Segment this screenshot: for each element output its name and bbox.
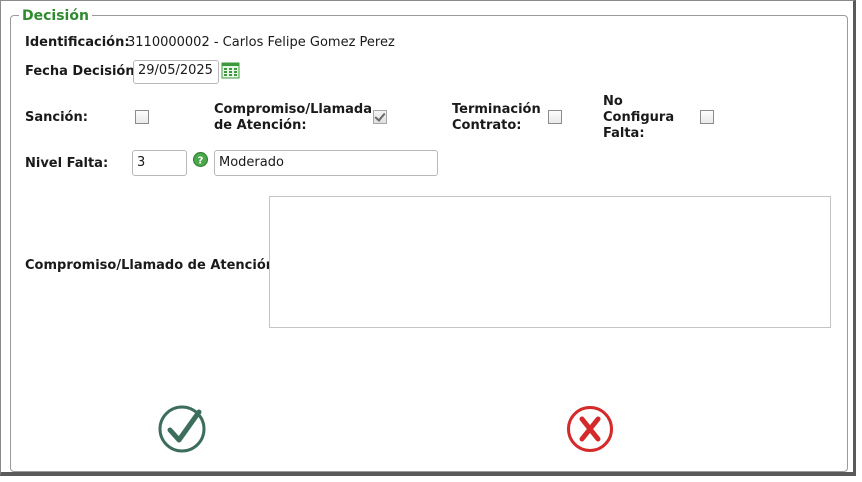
calendar-icon[interactable] xyxy=(221,61,240,79)
terminacion-label-line1: Terminación xyxy=(452,102,541,117)
compromiso-text-label: Compromiso/Llamado de Atención: xyxy=(25,258,281,273)
fieldset-legend: Decisión xyxy=(19,7,92,25)
x-icon xyxy=(567,406,613,452)
identificacion-label: Identificación: xyxy=(25,35,130,50)
checkmark-icon xyxy=(158,405,206,453)
fecha-decision-label: Fecha Decisión: xyxy=(25,64,140,79)
help-icon[interactable]: ? xyxy=(193,152,208,167)
compromiso-checkbox[interactable] xyxy=(373,110,387,124)
sancion-label: Sanción: xyxy=(25,110,88,125)
no-configura-label-line1: No xyxy=(603,94,623,109)
compromiso-textarea[interactable] xyxy=(269,196,831,328)
nivel-falta-code-input[interactable]: 3 xyxy=(132,150,187,176)
nivel-falta-description-input[interactable]: Moderado xyxy=(214,150,438,176)
svg-text:?: ? xyxy=(198,156,204,167)
fecha-decision-input[interactable]: 29/05/2025 xyxy=(133,60,219,84)
compromiso-label-line1: Compromiso/Llamada xyxy=(214,102,372,117)
no-configura-checkbox[interactable] xyxy=(700,110,714,124)
accept-button[interactable] xyxy=(157,404,207,454)
terminacion-checkbox[interactable] xyxy=(548,110,562,124)
identificacion-value: 3110000002 - Carlos Felipe Gomez Perez xyxy=(127,35,395,50)
compromiso-label-line2: de Atención: xyxy=(214,118,307,133)
no-configura-label-line3: Falta: xyxy=(603,126,645,141)
cancel-button[interactable] xyxy=(566,405,614,453)
no-configura-label-line2: Configura xyxy=(603,110,675,125)
sancion-checkbox[interactable] xyxy=(135,110,149,124)
terminacion-label-line2: Contrato: xyxy=(452,118,522,133)
nivel-falta-label: Nivel Falta: xyxy=(25,156,109,171)
